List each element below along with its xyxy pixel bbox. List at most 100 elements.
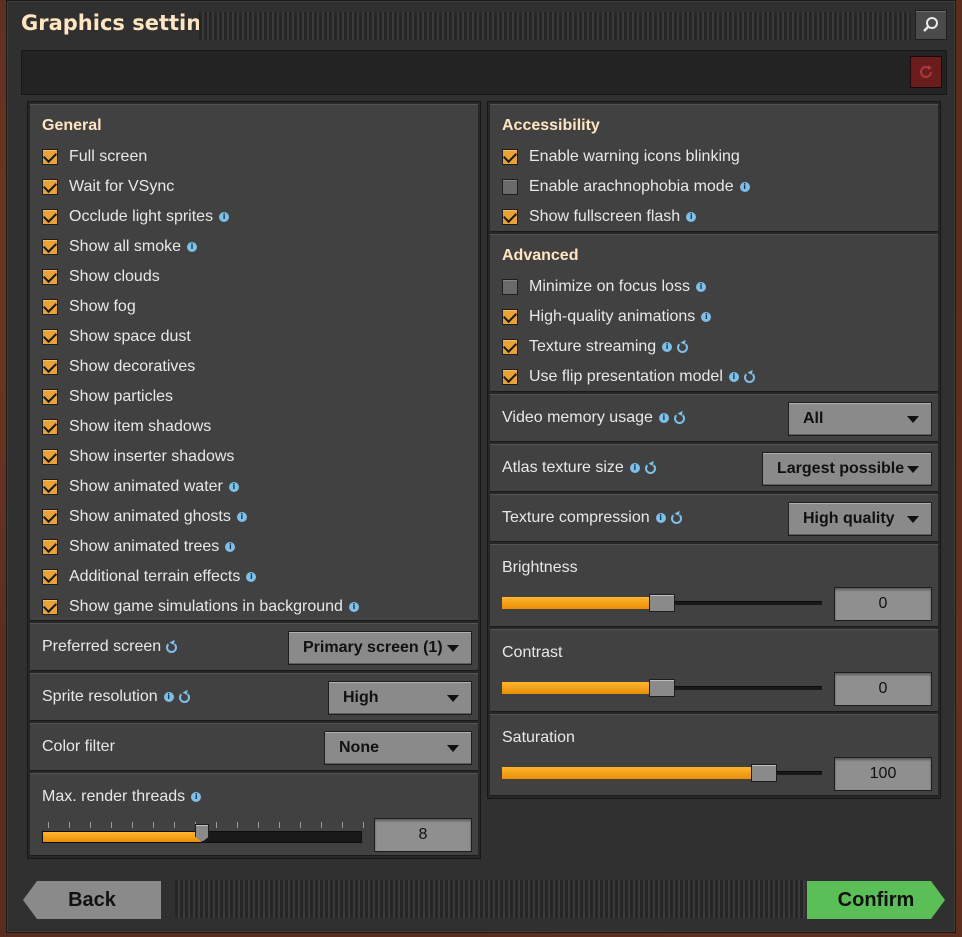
- checkbox-row[interactable]: Use flip presentation model i: [502, 364, 755, 390]
- checkbox-row[interactable]: Additional terrain effects i: [42, 564, 257, 590]
- checkbox[interactable]: [502, 339, 518, 355]
- checkbox[interactable]: [42, 239, 58, 255]
- checkbox-row[interactable]: Wait for VSync: [42, 174, 174, 200]
- checkbox-label: Additional terrain effects: [69, 568, 241, 585]
- checkbox-row[interactable]: Show animated water i: [42, 474, 239, 500]
- color-filter-dropdown[interactable]: None: [324, 731, 472, 765]
- checkbox-row[interactable]: Full screen: [42, 144, 147, 170]
- checkbox-label: Show game simulations in background: [69, 598, 343, 615]
- right-column: Accessibility Enable warning icons blink…: [487, 101, 941, 799]
- back-button[interactable]: Back: [23, 881, 161, 919]
- footer-drag-handle: [175, 880, 805, 918]
- checkbox[interactable]: [42, 479, 58, 495]
- checkbox-label: Show particles: [69, 388, 174, 405]
- title-drag-handle[interactable]: [199, 12, 911, 40]
- checkbox-row[interactable]: Show animated ghosts i: [42, 504, 247, 530]
- slider-thumb[interactable]: [649, 594, 675, 612]
- info-icon: i: [728, 372, 739, 382]
- checkbox[interactable]: [42, 599, 58, 615]
- sprite-resolution-dropdown[interactable]: High: [328, 681, 472, 715]
- checkbox-row[interactable]: Minimize on focus loss i: [502, 274, 706, 300]
- general-title: General: [42, 117, 102, 134]
- texture-compression-dropdown[interactable]: High quality: [788, 502, 932, 536]
- checkbox[interactable]: [502, 209, 518, 225]
- checkbox[interactable]: [42, 269, 58, 285]
- checkbox-row[interactable]: Show space dust: [42, 324, 191, 350]
- reset-button[interactable]: [910, 56, 942, 88]
- checkbox[interactable]: [42, 389, 58, 405]
- checkbox-label: Texture streaming: [529, 338, 657, 355]
- graphics-settings-window: Graphics settings General Full screen Wai…: [6, 0, 956, 933]
- checkbox[interactable]: [42, 299, 58, 315]
- slider-tick: [363, 822, 364, 828]
- checkbox-label: Show fog: [69, 298, 136, 315]
- info-icon: i: [228, 482, 239, 492]
- slider-thumb[interactable]: [751, 764, 778, 782]
- checkbox-label: Show all smoke: [69, 238, 182, 255]
- checkbox-row[interactable]: Show fog: [42, 294, 136, 320]
- info-icon: i: [236, 512, 247, 522]
- checkbox[interactable]: [502, 309, 518, 325]
- checkbox-row[interactable]: Show clouds: [42, 264, 160, 290]
- search-button[interactable]: [915, 10, 947, 40]
- slider-thumb[interactable]: [649, 679, 675, 697]
- checkbox-row[interactable]: Show particles: [42, 384, 173, 410]
- atlas-texture-label: Atlas texture size i: [502, 459, 656, 477]
- checkbox-row[interactable]: Show inserter shadows: [42, 444, 234, 470]
- max-render-threads-label: Max. render threads i: [42, 788, 202, 806]
- checkbox[interactable]: [42, 539, 58, 555]
- checkbox-row[interactable]: Show animated trees i: [42, 534, 236, 560]
- checkbox[interactable]: [502, 279, 518, 295]
- restart-icon: [178, 691, 190, 703]
- checkbox-label: Show decoratives: [69, 358, 196, 375]
- restart-icon: [644, 462, 656, 474]
- atlas-texture-dropdown[interactable]: Largest possible: [762, 452, 932, 486]
- checkbox[interactable]: [42, 419, 58, 435]
- general-section: General Full screen Wait for VSync Occlude…: [30, 104, 478, 621]
- checkbox-row[interactable]: Enable warning icons blinking: [502, 144, 740, 170]
- checkbox[interactable]: [42, 569, 58, 585]
- contrast-value[interactable]: 0: [834, 672, 932, 706]
- checkbox-row[interactable]: Enable arachnophobia mode i: [502, 174, 750, 200]
- slider-fill: [502, 767, 765, 779]
- checkbox[interactable]: [42, 329, 58, 345]
- checkbox-label: Full screen: [69, 148, 148, 165]
- checkbox-row[interactable]: Show all smoke i: [42, 234, 198, 260]
- video-memory-dropdown[interactable]: All: [788, 402, 932, 436]
- info-icon: i: [662, 342, 673, 352]
- slider-tick: [174, 822, 175, 828]
- brightness-value[interactable]: 0: [834, 587, 932, 621]
- render-threads-slider[interactable]: [42, 824, 362, 843]
- preferred-screen-dropdown[interactable]: Primary screen (1): [288, 631, 472, 665]
- checkbox-row[interactable]: Show fullscreen flash i: [502, 204, 697, 230]
- checkbox[interactable]: [502, 369, 518, 385]
- checkbox[interactable]: [42, 509, 58, 525]
- checkbox[interactable]: [42, 149, 58, 165]
- saturation-value[interactable]: 100: [834, 757, 932, 791]
- checkbox[interactable]: [42, 449, 58, 465]
- texture-compression-label: Texture compression i: [502, 509, 682, 527]
- checkbox-row[interactable]: Show decoratives: [42, 354, 195, 380]
- checkbox-label: Show inserter shadows: [69, 448, 235, 465]
- slider-tick: [321, 822, 322, 828]
- chevron-down-icon: [447, 645, 459, 652]
- checkbox-row[interactable]: High-quality animations i: [502, 304, 712, 330]
- checkbox[interactable]: [42, 179, 58, 195]
- checkbox-row[interactable]: Show item shadows: [42, 414, 211, 440]
- slider-tick: [300, 822, 301, 828]
- slider-tick: [258, 822, 259, 828]
- render-threads-value[interactable]: 8: [374, 818, 472, 852]
- checkbox[interactable]: [502, 149, 518, 165]
- checkbox-row[interactable]: Texture streaming i: [502, 334, 689, 360]
- checkbox-label: Show animated water: [69, 478, 223, 495]
- checkbox[interactable]: [502, 179, 518, 195]
- checkbox-row[interactable]: Show game simulations in background i: [42, 594, 359, 620]
- checkbox-label: Show space dust: [69, 328, 191, 345]
- checkbox-label: Enable arachnophobia mode: [529, 178, 734, 195]
- slider-tick: [342, 822, 343, 828]
- checkbox[interactable]: [42, 359, 58, 375]
- confirm-button[interactable]: Confirm: [807, 881, 945, 919]
- checkbox-row[interactable]: Occlude light sprites i: [42, 204, 230, 230]
- window-title: Graphics settings: [21, 11, 229, 35]
- checkbox[interactable]: [42, 209, 58, 225]
